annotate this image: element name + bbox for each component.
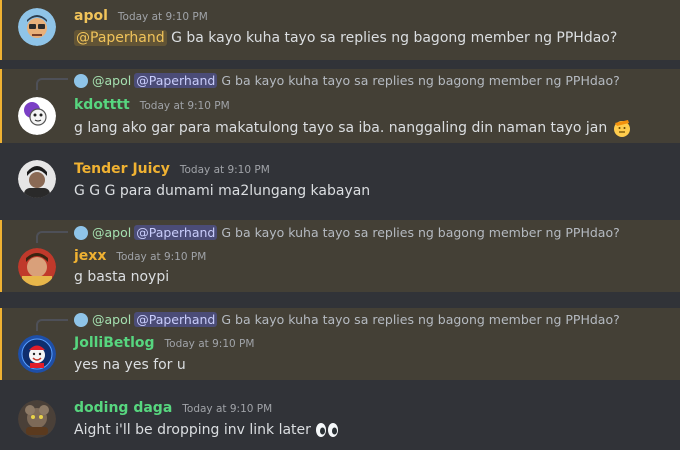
reply-author[interactable]: @apol — [92, 73, 131, 88]
reply-mention[interactable]: @Paperhand — [134, 312, 218, 327]
avatar[interactable] — [18, 400, 56, 438]
message-jexx: @apol @Paperhand G ba kayo kuha tayo sa … — [0, 220, 680, 292]
reply-avatar-icon — [74, 312, 88, 327]
username[interactable]: apol — [74, 8, 108, 24]
message-text: yes na yes for u — [74, 357, 186, 373]
reply-text: G ba kayo kuha tayo sa replies ng bagong… — [221, 312, 620, 327]
message-text: G G G para dumami ma2lungang kabayan — [74, 183, 371, 199]
avatar[interactable] — [18, 8, 56, 46]
user-mention[interactable]: @Paperhand — [74, 30, 167, 46]
username[interactable]: jexx — [74, 248, 106, 264]
reply-avatar-icon — [74, 73, 88, 88]
timestamp: Today at 9:10 PM — [116, 251, 207, 263]
avatar-doding-daga-icon — [18, 400, 56, 438]
message-text: g lang ako gar para makatulong tayo sa i… — [74, 120, 608, 136]
timestamp: Today at 9:10 PM — [179, 164, 270, 176]
reply-preview[interactable]: @apol @Paperhand G ba kayo kuha tayo sa … — [74, 73, 620, 88]
reply-text: G ba kayo kuha tayo sa replies ng bagong… — [221, 73, 620, 88]
message-content: @Paperhand G ba kayo kuha tayo sa replie… — [74, 30, 617, 46]
message-jollibetlog: @apol @Paperhand G ba kayo kuha tayo sa … — [0, 308, 680, 380]
message-content: Aight i'll be dropping inv link later — [74, 422, 339, 438]
message-text: G ba kayo kuha tayo sa replies ng bagong… — [166, 30, 618, 46]
avatar-apol-icon — [18, 8, 56, 46]
username[interactable]: doding daga — [74, 400, 172, 416]
username[interactable]: JolliBetlog — [74, 335, 155, 351]
username[interactable]: kdotttt — [74, 97, 130, 113]
avatar-jexx-icon — [18, 248, 56, 286]
reply-preview[interactable]: @apol @Paperhand G ba kayo kuha tayo sa … — [74, 312, 620, 327]
message-apol: apol Today at 9:10 PM @Paperhand G ba ka… — [0, 0, 680, 60]
reply-mention[interactable]: @Paperhand — [134, 225, 218, 240]
timestamp: Today at 9:10 PM — [164, 338, 255, 350]
message-doding-daga: doding daga Today at 9:10 PM Aight i'll … — [0, 392, 680, 450]
reply-spine — [36, 319, 68, 331]
avatar[interactable] — [18, 97, 56, 135]
avatar[interactable] — [18, 248, 56, 286]
reply-author[interactable]: @apol — [92, 312, 131, 327]
eyes-icon — [316, 423, 339, 437]
avatar-jollibetlog-icon — [18, 335, 56, 373]
username[interactable]: Tender Juicy — [74, 161, 170, 177]
reply-mention[interactable]: @Paperhand — [134, 73, 218, 88]
reply-preview[interactable]: @apol @Paperhand G ba kayo kuha tayo sa … — [74, 225, 620, 240]
message-tender-juicy: Tender Juicy Today at 9:10 PM G G G para… — [0, 152, 680, 212]
timestamp: Today at 9:10 PM — [182, 403, 273, 415]
message-content: g lang ako gar para makatulong tayo sa i… — [74, 118, 632, 138]
reply-author[interactable]: @apol — [92, 225, 131, 240]
reply-text: G ba kayo kuha tayo sa replies ng bagong… — [221, 225, 620, 240]
reply-spine — [36, 78, 68, 90]
timestamp: Today at 9:10 PM — [117, 11, 208, 23]
timestamp: Today at 9:10 PM — [139, 100, 230, 112]
message-kdotttt: @apol @Paperhand G ba kayo kuha tayo sa … — [0, 69, 680, 143]
message-text: Aight i'll be dropping inv link later — [74, 422, 311, 438]
avatar-kdotttt-icon — [18, 97, 56, 135]
avatar-tender-juicy-icon — [18, 160, 56, 198]
reply-spine — [36, 231, 68, 243]
reply-avatar-icon — [74, 225, 88, 240]
avatar[interactable] — [18, 160, 56, 198]
avatar[interactable] — [18, 335, 56, 373]
saluting-face-icon — [613, 120, 630, 137]
message-text: g basta noypi — [74, 269, 170, 285]
